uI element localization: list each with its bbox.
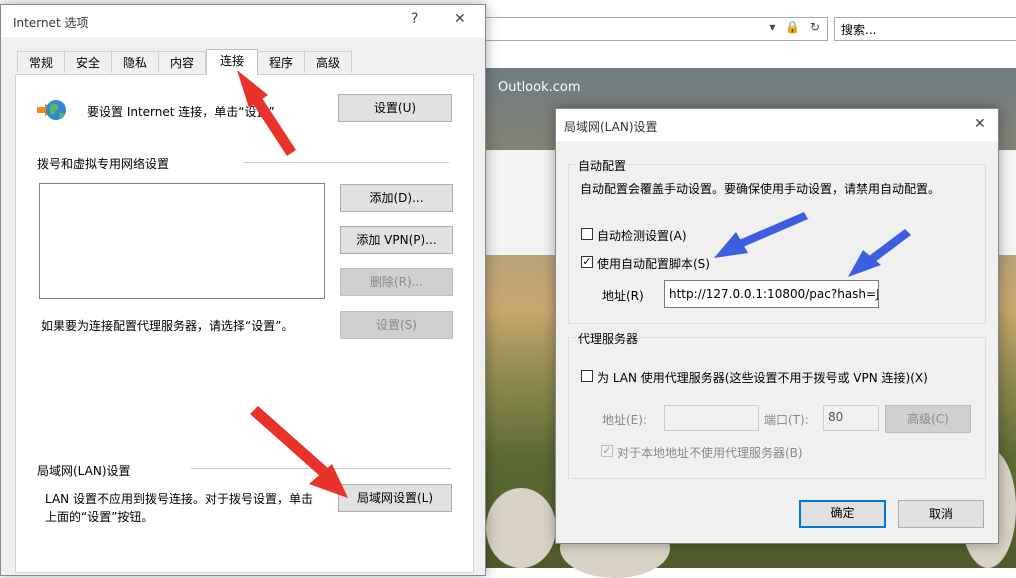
tab-general[interactable]: 常规 (17, 51, 65, 73)
port-label: 端口(T): (764, 413, 809, 427)
bypass-local-label[interactable]: 对于本地地址不使用代理服务器(B) (617, 444, 803, 461)
proxy-address-label: 地址(E): (602, 413, 647, 427)
address-bar[interactable]: ▾ 🔒 ↻ (470, 17, 828, 41)
tab-privacy[interactable]: 隐私 (111, 51, 159, 73)
lan-settings-button[interactable]: 局域网设置(L) (338, 484, 452, 512)
tab-security[interactable]: 安全 (64, 51, 112, 73)
advanced-button[interactable]: 高级(C) (885, 405, 971, 433)
close-button[interactable]: ✕ (974, 116, 986, 132)
proxy-address-input[interactable] (664, 405, 759, 431)
lan-section-header: 局域网(LAN)设置 (37, 464, 131, 478)
title-bar: Internet 选项 ? ✕ (1, 5, 485, 37)
dialup-section-header: 拨号和虚拟专用网络设置 (37, 157, 170, 171)
auto-detect-label[interactable]: 自动检测设置(A) (597, 227, 687, 244)
internet-options-dialog: Internet 选项 ? ✕ 常规 安全 隐私 内容 程序 高级 连接 要设置… (0, 4, 486, 576)
address-bar-icons[interactable]: ▾ 🔒 ↻ (769, 20, 823, 34)
close-button[interactable]: ✕ (454, 11, 466, 27)
tab-connections[interactable]: 连接 (206, 49, 258, 75)
script-address-label: 地址(R) (602, 289, 644, 303)
port-input[interactable]: 80 (823, 405, 879, 431)
sheep-image-region (486, 488, 556, 568)
tab-programs[interactable]: 程序 (257, 51, 305, 73)
proxy-hint-text: 如果要为连接配置代理服务器，请选择“设置”。 (41, 319, 294, 333)
add-vpn-button[interactable]: 添加 VPN(P)... (340, 226, 453, 254)
title-bar: 局域网(LAN)设置 ✕ (556, 109, 998, 141)
section-divider (191, 468, 451, 469)
section-divider (244, 162, 449, 163)
cancel-button[interactable]: 取消 (898, 500, 984, 528)
search-box[interactable]: 搜索... (834, 17, 1016, 41)
use-proxy-checkbox[interactable] (581, 370, 593, 382)
help-button[interactable]: ? (411, 11, 418, 27)
search-placeholder: 搜索... (841, 23, 877, 37)
dialog-title: 局域网(LAN)设置 (564, 120, 658, 134)
network-globe-icon (37, 97, 67, 123)
proxy-group-label: 代理服务器 (576, 330, 641, 347)
dialog-title: Internet 选项 (13, 16, 89, 30)
connection-settings-button[interactable]: 设置(S) (340, 311, 453, 339)
setup-button[interactable]: 设置(U) (338, 94, 452, 122)
auto-config-group-label: 自动配置 (576, 157, 629, 174)
tab-content[interactable]: 内容 (158, 51, 206, 73)
use-script-label[interactable]: 使用自动配置脚本(S) (597, 255, 710, 272)
connections-list[interactable] (39, 183, 325, 299)
lan-settings-dialog: 局域网(LAN)设置 ✕ 自动配置 自动配置会覆盖手动设置。要确保使用手动设置，… (555, 108, 999, 544)
use-proxy-label[interactable]: 为 LAN 使用代理服务器(这些设置不用于拨号或 VPN 连接)(X) (597, 369, 928, 386)
script-address-input[interactable]: http://127.0.0.1:10800/pac?hash=JTU (664, 280, 879, 308)
add-connection-button[interactable]: 添加(D)... (340, 184, 453, 212)
lan-desc-line2: 上面的“设置”按钮。 (45, 510, 154, 524)
delete-connection-button[interactable]: 删除(R)... (340, 268, 453, 296)
bypass-local-checkbox[interactable]: ✓ (601, 445, 613, 457)
lan-desc-line1: LAN 设置不应用到拨号连接。对于拨号设置，单击 (45, 492, 313, 506)
ok-button[interactable]: 确定 (799, 500, 886, 528)
auto-config-desc: 自动配置会覆盖手动设置。要确保使用手动设置，请禁用自动配置。 (580, 182, 941, 196)
auto-detect-checkbox[interactable] (581, 228, 593, 240)
use-script-checkbox[interactable]: ✓ (581, 256, 593, 268)
outlook-brand[interactable]: Outlook.com (498, 80, 581, 95)
tab-advanced[interactable]: 高级 (304, 51, 352, 73)
setup-text: 要设置 Internet 连接，单击“设置” (87, 105, 275, 119)
